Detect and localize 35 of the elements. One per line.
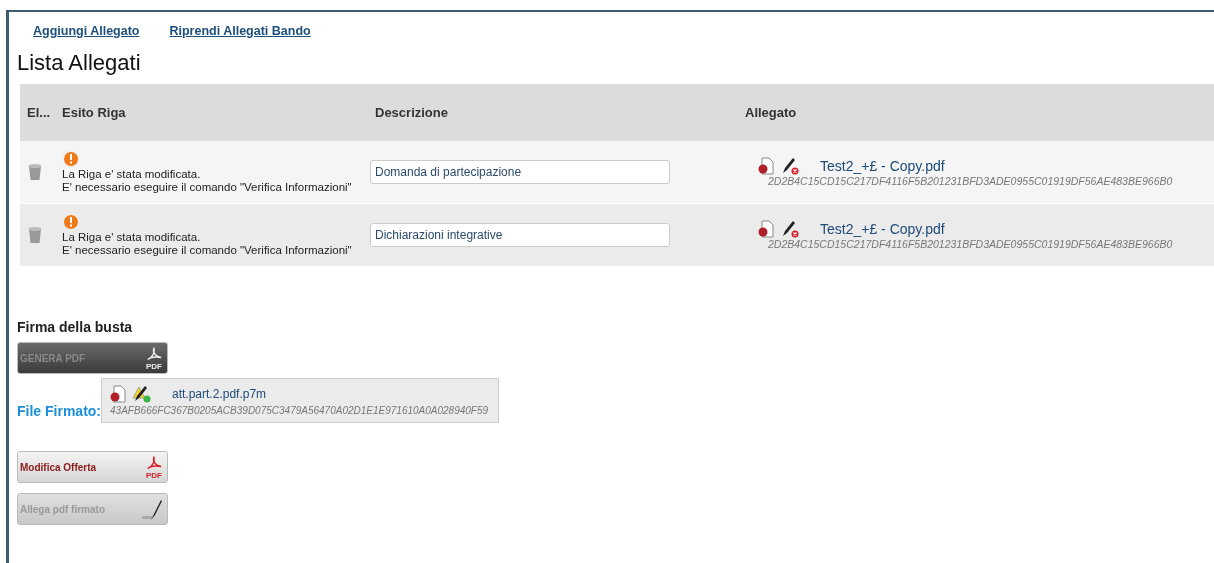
signed-file-label: File Firmato: <box>17 402 101 419</box>
pdf-icon <box>145 345 163 362</box>
file-link[interactable]: att.part.2.pdf.p7m <box>172 387 267 401</box>
pen-cross-icon[interactable] <box>780 157 800 175</box>
file-link[interactable]: Test2_+£ - Copy.pdf <box>820 221 945 237</box>
document-seal-icon[interactable] <box>758 220 774 238</box>
file-hash: 2D2B4C15CD15C217DF4116F5B201231BFD3ADE0955C01919DF56AE483BE966B0 <box>768 238 1174 250</box>
link[interactable]: Aggiungi Allegato <box>33 24 140 38</box>
status-message: La Riga e' stata modificata. <box>62 168 202 181</box>
pdf-label: PDF <box>146 362 162 371</box>
file-hash: 43AFB666FC367B0205ACB39D075C3479A56470A02D1E1E971610A0A028940F59 <box>110 405 489 416</box>
description-field[interactable]: Dichiarazioni integrative <box>370 223 670 247</box>
warning-icon <box>62 213 80 231</box>
column-header: Allegato <box>744 105 798 120</box>
warning-icon <box>62 150 80 168</box>
document-seal-icon[interactable] <box>758 157 774 175</box>
pen-check-icon[interactable] <box>132 385 152 403</box>
document-seal-icon[interactable] <box>110 385 126 403</box>
column-header: Descrizione <box>374 105 449 120</box>
column-header: El... <box>26 105 52 120</box>
modify-offer-button[interactable]: Modifica Offerta PDF <box>17 451 168 483</box>
pdf-icon <box>145 454 163 471</box>
status-message: E' necessario eseguire il comando "Verifica Informazioni" <box>62 244 353 257</box>
column-header: Esito Riga <box>61 105 127 120</box>
description-field[interactable]: Domanda di partecipazione <box>370 160 670 184</box>
link[interactable]: Riprendi Allegati Bando <box>169 24 311 38</box>
status-message: La Riga e' stata modificata. <box>62 231 202 244</box>
status-message: E' necessario eseguire il comando "Verifica Informazioni" <box>62 181 353 194</box>
file-hash: 2D2B4C15CD15C217DF4116F5B201231BFD3ADE0955C01919DF56AE483BE966B0 <box>768 175 1174 187</box>
pen-cross-icon[interactable] <box>780 220 800 238</box>
trash-icon[interactable] <box>27 163 43 181</box>
page-title: Lista Allegati <box>17 50 142 76</box>
file-link[interactable]: Test2_+£ - Copy.pdf <box>820 158 945 174</box>
pdf-label: PDF <box>146 471 162 480</box>
section-heading: Firma della busta <box>17 319 134 335</box>
